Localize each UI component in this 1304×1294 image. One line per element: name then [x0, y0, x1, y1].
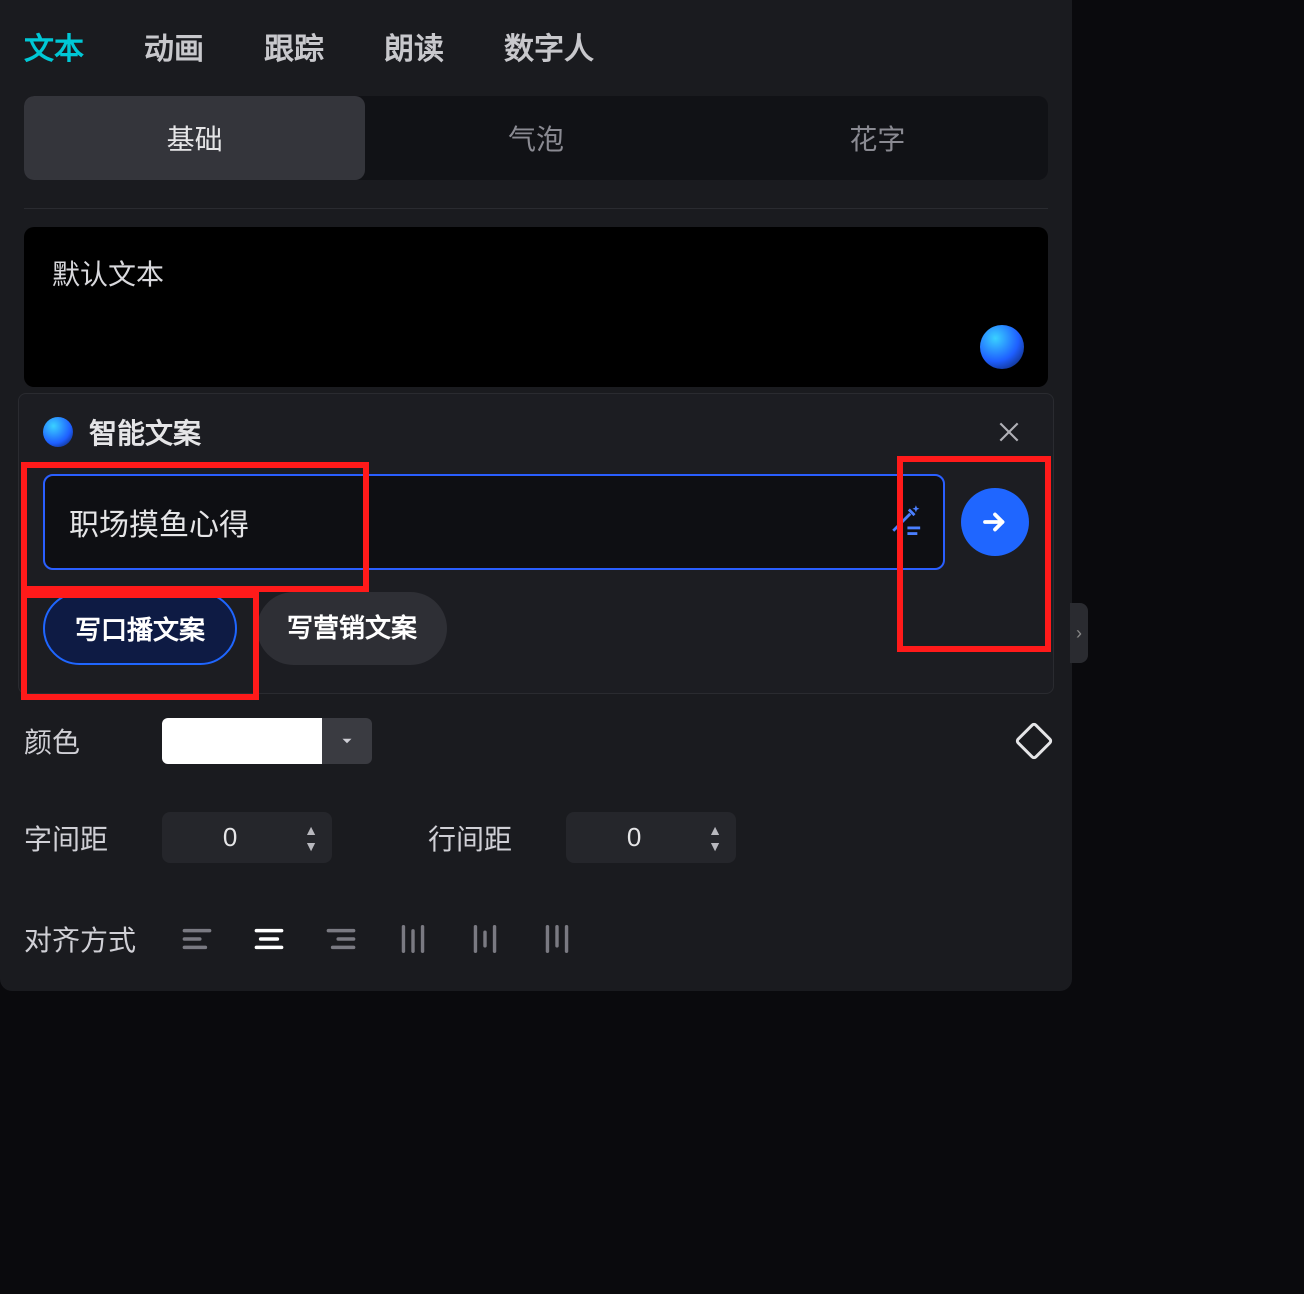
- close-icon[interactable]: [989, 412, 1029, 452]
- valign-right-icon[interactable]: [524, 911, 590, 967]
- ai-orb-icon: [43, 417, 73, 447]
- align-center-icon[interactable]: [236, 911, 302, 967]
- tab-animation[interactable]: 动画: [144, 24, 204, 68]
- sub-tab-bar: 基础 气泡 花字: [24, 96, 1048, 180]
- magic-wand-icon[interactable]: [889, 501, 923, 543]
- subtab-basic[interactable]: 基础: [24, 96, 365, 180]
- color-swatch-white[interactable]: [162, 718, 322, 764]
- line-spacing-value: 0: [566, 822, 702, 853]
- subtab-fancy[interactable]: 花字: [707, 96, 1048, 180]
- letter-spacing-value: 0: [162, 822, 298, 853]
- line-spacing-input[interactable]: 0 ▲▼: [566, 812, 736, 863]
- stepper-icon[interactable]: ▲▼: [702, 823, 728, 853]
- color-picker[interactable]: [162, 718, 372, 764]
- keyframe-diamond-icon[interactable]: [1014, 721, 1054, 761]
- letter-spacing-label: 字间距: [24, 818, 134, 858]
- tab-text[interactable]: 文本: [24, 24, 84, 68]
- send-button[interactable]: [961, 488, 1029, 556]
- smart-copy-popup: 智能文案 职场摸鱼心得: [18, 393, 1054, 694]
- tab-tracking[interactable]: 跟踪: [264, 24, 324, 68]
- align-left-icon[interactable]: [164, 911, 230, 967]
- prompt-input[interactable]: 职场摸鱼心得: [43, 474, 945, 570]
- stepper-icon[interactable]: ▲▼: [298, 823, 324, 853]
- valign-left-icon[interactable]: [380, 911, 446, 967]
- ai-orb-icon[interactable]: [980, 325, 1024, 369]
- color-label: 颜色: [24, 721, 134, 761]
- tab-read[interactable]: 朗读: [384, 24, 444, 68]
- align-right-icon[interactable]: [308, 911, 374, 967]
- color-dropdown[interactable]: [322, 718, 372, 764]
- chip-marketing-copy[interactable]: 写营销文案: [257, 592, 447, 665]
- valign-center-icon[interactable]: [452, 911, 518, 967]
- default-text-label: 默认文本: [52, 259, 164, 290]
- text-preview-box[interactable]: 默认文本: [24, 227, 1048, 387]
- line-spacing-label: 行间距: [428, 818, 538, 858]
- chip-broadcast-copy[interactable]: 写口播文案: [43, 592, 237, 665]
- prompt-input-value: 职场摸鱼心得: [69, 509, 249, 542]
- popup-title: 智能文案: [89, 412, 201, 452]
- tab-avatar[interactable]: 数字人: [504, 24, 594, 68]
- align-label: 对齐方式: [24, 919, 136, 959]
- divider: [24, 208, 1048, 209]
- letter-spacing-input[interactable]: 0 ▲▼: [162, 812, 332, 863]
- collapse-handle-icon[interactable]: ›: [1070, 603, 1088, 663]
- subtab-bubble[interactable]: 气泡: [365, 96, 706, 180]
- top-tab-bar: 文本 动画 跟踪 朗读 数字人: [0, 0, 1072, 96]
